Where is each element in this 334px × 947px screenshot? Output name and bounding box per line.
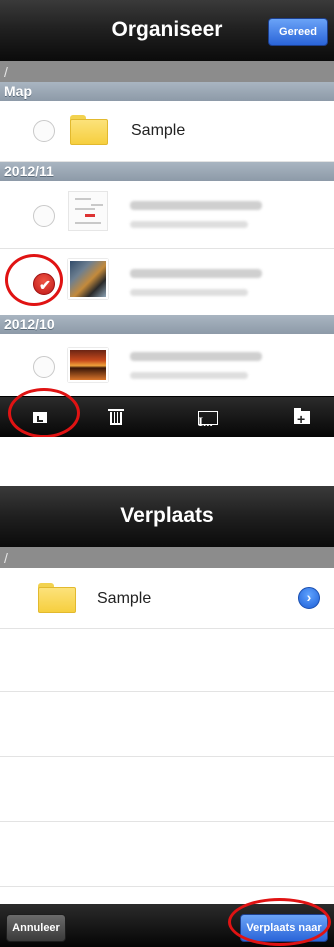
folder-label: Sample xyxy=(131,122,186,139)
done-button[interactable]: Gereed xyxy=(268,18,328,46)
divider xyxy=(0,756,334,757)
file-info-text xyxy=(130,221,248,228)
rename-icon[interactable]: I... xyxy=(196,406,220,430)
select-radio[interactable] xyxy=(33,120,55,142)
sunset-photo-thumbnail xyxy=(68,348,108,382)
filename-text xyxy=(130,201,262,210)
folder-icon xyxy=(70,115,108,145)
cancel-button[interactable]: Annuleer xyxy=(6,914,66,942)
highlight-ring-move xyxy=(8,388,80,437)
chevron-right-icon[interactable]: › xyxy=(298,587,320,609)
folder-row[interactable]: Sample xyxy=(0,101,334,162)
document-thumbnail xyxy=(68,191,108,231)
navigation-bar: Verplaats xyxy=(0,486,334,548)
path-bar: / xyxy=(0,61,334,83)
folder-label: Sample xyxy=(97,590,152,607)
filename-text xyxy=(130,352,262,361)
trash-icon[interactable] xyxy=(104,406,128,430)
filename-text xyxy=(130,269,262,278)
highlight-ring-selected xyxy=(5,254,63,306)
highlight-ring-move-here xyxy=(228,898,331,946)
page-title: Verplaats xyxy=(120,504,214,527)
folder-row[interactable]: Sample › xyxy=(0,568,334,629)
photo-row[interactable] xyxy=(0,334,334,396)
path-bar: / xyxy=(0,547,334,569)
section-header-2012-11: 2012/11 xyxy=(0,162,334,181)
select-radio[interactable] xyxy=(33,205,55,227)
section-header-folders: Map xyxy=(0,82,334,101)
new-folder-icon[interactable] xyxy=(290,406,314,431)
select-radio[interactable] xyxy=(33,356,55,378)
move-screen: Verplaats / Sample › Annuleer Verplaats … xyxy=(0,486,334,947)
section-header-2012-10: 2012/10 xyxy=(0,315,334,334)
tiger-photo-thumbnail xyxy=(68,259,108,299)
file-info-text xyxy=(130,372,248,379)
file-info-text xyxy=(130,289,248,296)
organize-screen: Organiseer Gereed / Map Sample 2012/11 ✔… xyxy=(0,0,334,437)
navigation-bar: Organiseer Gereed xyxy=(0,0,334,62)
photo-row[interactable] xyxy=(0,181,334,249)
divider xyxy=(0,821,334,822)
divider xyxy=(0,691,334,692)
divider xyxy=(0,886,334,887)
folder-icon xyxy=(38,583,76,613)
